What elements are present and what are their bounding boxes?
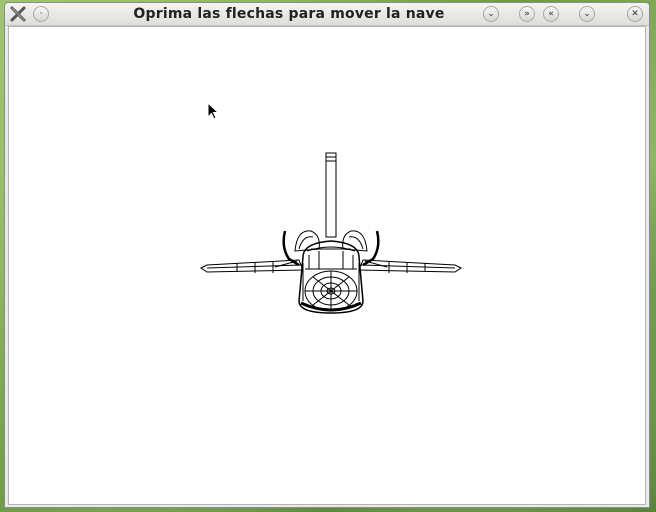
app-window: · Oprima las flechas para mover la nave … — [4, 2, 650, 508]
fuselage — [298, 240, 364, 314]
left-wing — [200, 259, 304, 273]
chevron-down-icon: ⌄ — [487, 9, 495, 19]
chevron-down-icon: ⌄ — [583, 9, 591, 19]
move-button[interactable]: » — [519, 6, 535, 22]
double-chevron-down-icon: » — [524, 9, 530, 19]
window-title: Oprima las flechas para mover la nave — [133, 6, 445, 22]
double-chevron-up-icon: « — [548, 9, 554, 19]
x-app-icon[interactable] — [9, 5, 27, 23]
close-icon: ✕ — [631, 9, 639, 19]
mouse-cursor-icon — [207, 102, 219, 120]
render-canvas[interactable] — [8, 26, 646, 505]
minimize-button[interactable]: ⌄ — [579, 6, 595, 22]
spaceship-wireframe — [200, 152, 462, 314]
circle-icon: · — [39, 9, 43, 19]
tail-fin — [325, 152, 337, 238]
right-wing — [358, 259, 462, 273]
close-button[interactable]: ✕ — [627, 6, 643, 22]
raise-button[interactable]: « — [543, 6, 559, 22]
titlebar[interactable]: · Oprima las flechas para mover la nave … — [5, 3, 649, 26]
shade-button[interactable]: ⌄ — [483, 6, 499, 22]
menu-button[interactable]: · — [33, 6, 49, 22]
